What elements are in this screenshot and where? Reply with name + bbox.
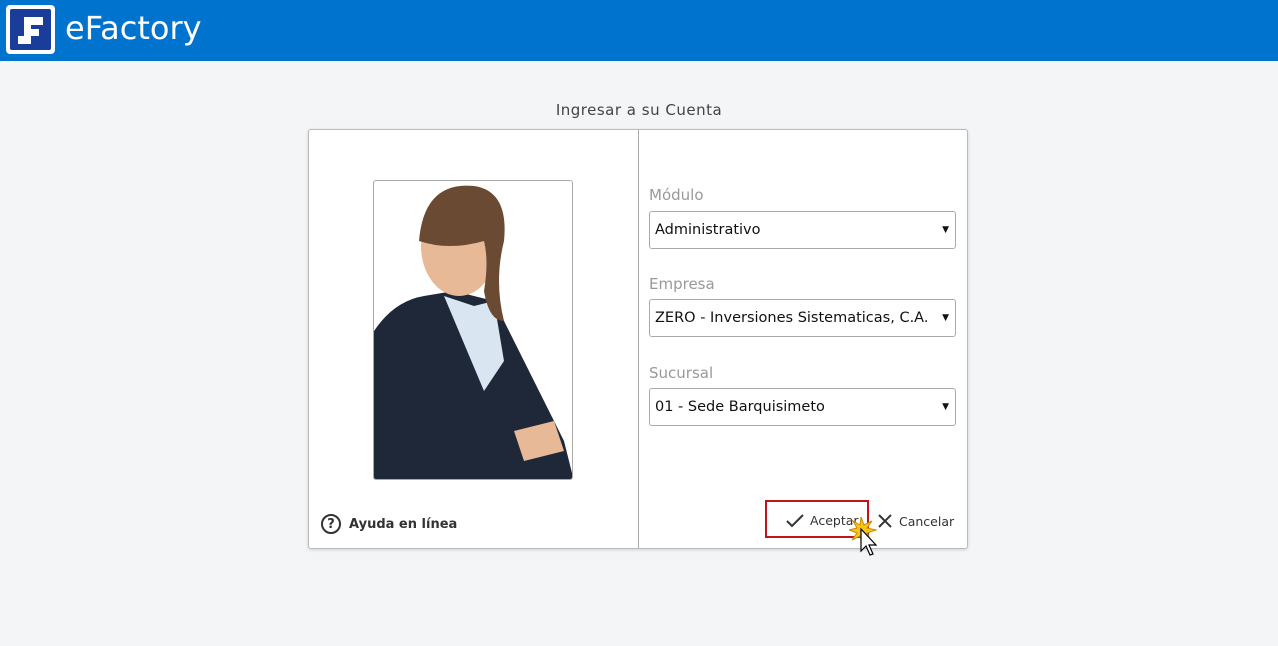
caret-down-icon: ▼: [942, 402, 949, 412]
divider: [638, 130, 639, 548]
check-icon: [786, 513, 804, 527]
mouse-cursor-icon: [849, 516, 878, 556]
accept-button[interactable]: Aceptar: [786, 513, 859, 528]
caret-down-icon: ▼: [942, 313, 949, 323]
user-photo: [373, 180, 573, 480]
modulo-value: Administrativo: [655, 222, 761, 238]
sucursal-select[interactable]: 01 - Sede Barquisimeto ▼: [649, 388, 956, 426]
cancel-label: Cancelar: [899, 513, 955, 529]
caret-down-icon: ▼: [942, 225, 949, 235]
brand-name: eFactory: [65, 9, 202, 47]
empresa-label: Empresa: [649, 275, 715, 293]
modulo-label: Módulo: [649, 186, 704, 204]
question-icon: ?: [321, 514, 341, 534]
modulo-select[interactable]: Administrativo ▼: [649, 211, 956, 249]
cancel-button[interactable]: Cancelar: [877, 513, 954, 529]
efactory-logo: [6, 5, 55, 54]
empresa-value: ZERO - Inversiones Sistematicas, C.A.: [655, 310, 929, 326]
empresa-select[interactable]: ZERO - Inversiones Sistematicas, C.A. ▼: [649, 299, 956, 337]
online-help-link[interactable]: ? Ayuda en línea: [321, 514, 457, 534]
sucursal-value: 01 - Sede Barquisimeto: [655, 399, 825, 415]
top-bar: eFactory: [0, 0, 1278, 61]
page-title: Ingresar a su Cuenta: [555, 101, 723, 119]
login-card: ? Ayuda en línea Módulo Administrativo ▼ …: [308, 129, 968, 556]
help-label: Ayuda en línea: [349, 516, 458, 532]
sucursal-label: Sucursal: [649, 364, 714, 382]
